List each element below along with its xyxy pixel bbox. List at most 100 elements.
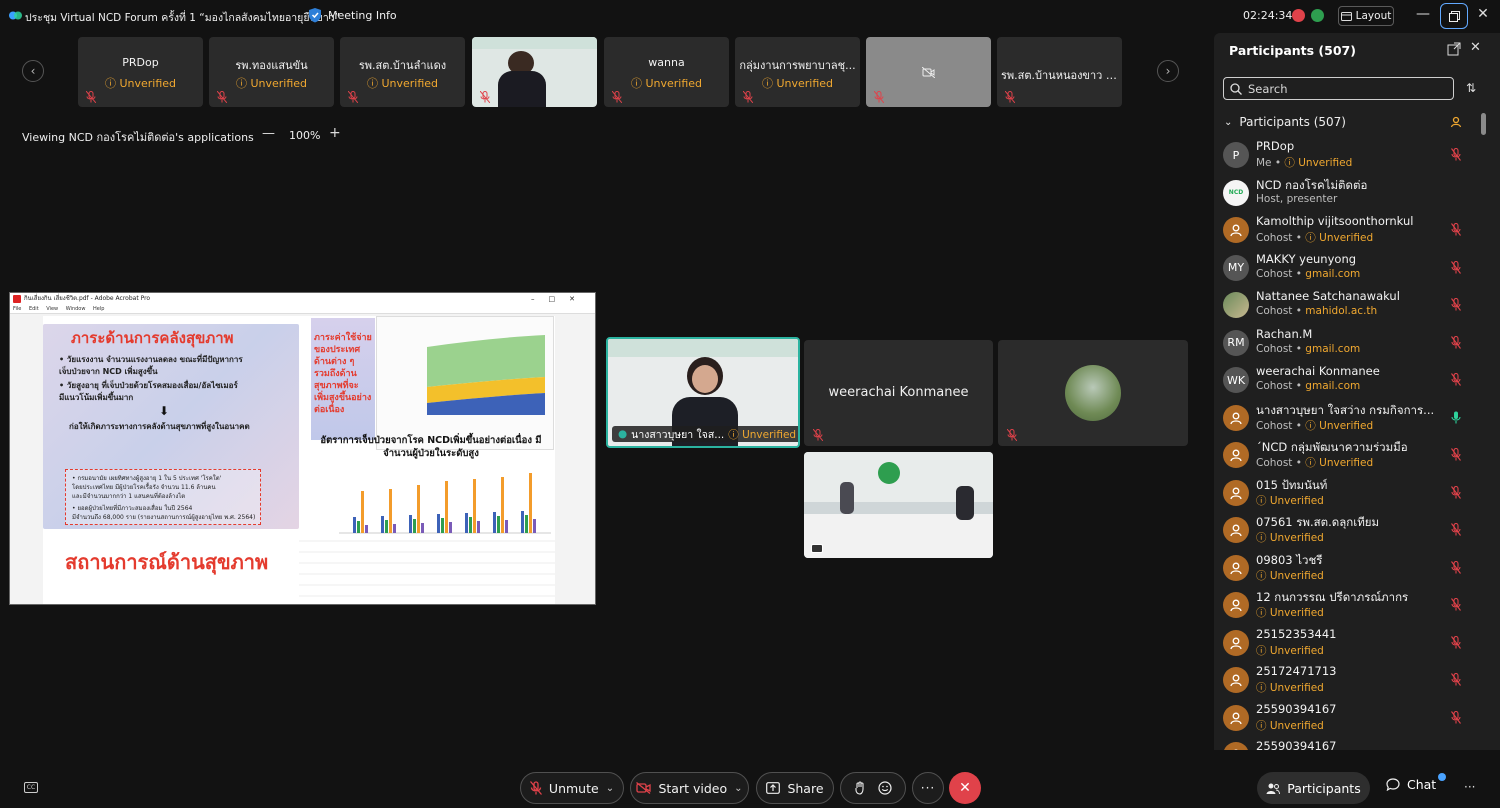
- zoom-out-button[interactable]: —: [262, 126, 275, 141]
- participant-row[interactable]: 09803 ไวชรี ⓘ Unverified: [1214, 550, 1484, 588]
- participant-name: Kamolthip vijitsoonthornkul: [1256, 214, 1414, 228]
- participant-row[interactable]: Nattanee Satchanawakul Cohost • mahidol.a…: [1214, 287, 1484, 325]
- more-options-button[interactable]: ···: [912, 772, 944, 804]
- avatar: MY: [1223, 254, 1249, 281]
- participant-row[interactable]: RM Rachan.M Cohost • gmail.com: [1214, 325, 1484, 363]
- room-table: [804, 514, 993, 558]
- closed-captions-button[interactable]: CC: [24, 782, 38, 793]
- network-status-icon: [1311, 9, 1324, 22]
- panel-scrollbar[interactable]: [1481, 113, 1486, 135]
- participant-row[interactable]: 25152353441 ⓘ Unverified: [1214, 625, 1484, 663]
- mic-muted-icon: [1005, 91, 1015, 103]
- participant-row[interactable]: NCD NCD กองโรคไม่ติดต่อ Host, presenter: [1214, 175, 1484, 213]
- slide: ภาระด้านการคลังสุขภาพ • วัยแรงงาน จำนวนแ…: [43, 316, 555, 604]
- shared-screen[interactable]: กินเสี่ยงกิน เสี่ยงชีวิต.pdf - Adobe Acr…: [9, 292, 596, 605]
- participant-row[interactable]: 015 ป้ทมนันท์ ⓘ Unverified: [1214, 475, 1484, 513]
- participant-row[interactable]: Kamolthip vijitsoonthornkul Cohost • ⓘ Un…: [1214, 212, 1484, 250]
- active-speaker-video[interactable]: ● นางสาวบุษยา ใจส... ⓘ Unverified: [606, 337, 800, 448]
- avatar: WK: [1223, 367, 1249, 393]
- slide-bullet: เจ็บป่วยจาก NCD เพิ่มสูงขึ้น: [59, 367, 158, 376]
- strip-video-tile[interactable]: [472, 37, 597, 107]
- participant-row[interactable]: 25590394167: [1214, 737, 1484, 750]
- participant-row[interactable]: MY MAKKY yeunyong Cohost • gmail.com: [1214, 250, 1484, 288]
- participant-row[interactable]: นางสาวบุษยา ใจสว่าง กรมกิจการ... Cohost •…: [1214, 400, 1484, 438]
- avatar: [1223, 479, 1249, 506]
- participant-row[interactable]: ´NCD กลุ่มพัฒนาความร่วมมือ Cohost • ⓘ Unv…: [1214, 437, 1484, 475]
- slide-box-line: และมีจำนวนมากกว่า 1 แสนคนที่ต้องล้างไต: [72, 493, 186, 500]
- participant-role: ⓘ Unverified: [1256, 532, 1324, 544]
- room-person: [956, 486, 974, 520]
- chevron-down-icon: ⌄: [1224, 116, 1233, 128]
- down-arrow-icon: ⬇: [159, 404, 170, 418]
- participant-row[interactable]: 25172471713 ⓘ Unverified: [1214, 662, 1484, 700]
- mic-muted-icon: [1451, 148, 1461, 161]
- end-call-button[interactable]: ✕: [949, 772, 981, 804]
- participants-tab-label: Participants: [1287, 780, 1361, 796]
- search-input[interactable]: [1248, 81, 1438, 96]
- participants-tab-button[interactable]: Participants: [1257, 772, 1370, 804]
- start-video-button[interactable]: Start video ⌄: [630, 772, 749, 804]
- popout-icon[interactable]: [1447, 42, 1461, 56]
- strip-tile[interactable]: PRDop ⓘ Unverified: [78, 37, 203, 107]
- avatar: [1223, 592, 1249, 618]
- close-window-button[interactable]: ✕: [1476, 6, 1490, 26]
- participant-row[interactable]: WK weerachai Konmanee Cohost • gmail.com: [1214, 362, 1484, 400]
- search-box[interactable]: [1223, 77, 1454, 100]
- strip-tile[interactable]: รพ.ทองแสนขัน ⓘ Unverified: [209, 37, 334, 107]
- sort-button[interactable]: ⇅: [1466, 81, 1476, 95]
- participant-row[interactable]: 12 กนกวรรณ ปรีดาภรณ์ภากร ⓘ Unverified: [1214, 587, 1484, 625]
- meeting-info-button[interactable]: Meeting Info: [308, 7, 397, 23]
- share-label: Share: [787, 780, 824, 796]
- mic-muted-icon: [1451, 485, 1461, 499]
- participant-name-tile[interactable]: weerachai Konmanee: [804, 340, 993, 446]
- strip-tile[interactable]: รพ.สต.บ้านหนองขาว ห...: [997, 37, 1122, 107]
- participants-list: P PRDop Me • ⓘ Unverified NCD NCD กองโรคไม่ต…: [1214, 137, 1484, 750]
- avatar: P: [1223, 142, 1249, 168]
- participant-name: weerachai Konmanee: [1256, 364, 1380, 378]
- person-icon: [1230, 487, 1242, 499]
- participant-row[interactable]: 25590394167 ⓘ Unverified: [1214, 700, 1484, 738]
- strip-tile[interactable]: รพ.สต.บ้านลำแดง ⓘ Unverified: [340, 37, 465, 107]
- mic-muted-icon: [217, 91, 227, 103]
- close-panel-button[interactable]: ✕: [1470, 40, 1481, 55]
- participant-row[interactable]: P PRDop Me • ⓘ Unverified: [1214, 137, 1484, 175]
- zoom-in-button[interactable]: +: [329, 125, 341, 141]
- share-button[interactable]: Share: [756, 772, 834, 804]
- participant-avatar-tile[interactable]: [998, 340, 1188, 446]
- chevron-down-icon[interactable]: ⌄: [606, 783, 614, 794]
- person-icon: [1230, 562, 1242, 574]
- minimize-button[interactable]: —: [1416, 6, 1430, 26]
- meeting-room-video[interactable]: [804, 452, 993, 558]
- restore-button[interactable]: [1440, 3, 1468, 29]
- participant-role: ⓘ Unverified: [1256, 719, 1324, 732]
- person-icon: [1234, 749, 1238, 750]
- layout-icon: [1340, 11, 1352, 21]
- participant-row[interactable]: 07561 รพ.สต.ดลุกเทียม ⓘ Unverified: [1214, 512, 1484, 550]
- strip-tile-status: ⓘ Unverified: [630, 77, 703, 90]
- person-icon: [1230, 524, 1242, 537]
- strip-tile[interactable]: wanna ⓘ Unverified: [604, 37, 729, 107]
- strip-prev-button[interactable]: ‹: [22, 60, 44, 82]
- more-panels-button[interactable]: ···: [1464, 780, 1475, 794]
- layout-button[interactable]: Layout: [1338, 6, 1394, 26]
- strip-video-off-tile[interactable]: [866, 37, 991, 107]
- strip-next-button[interactable]: ›: [1157, 60, 1179, 82]
- chat-tab-button[interactable]: Chat: [1386, 777, 1436, 792]
- participants-group-header[interactable]: ⌄ Participants (507): [1224, 115, 1346, 129]
- video-icon: [811, 544, 823, 553]
- strip-tile[interactable]: กลุ่มงานการพยาบาลชุ... ⓘ Unverified: [735, 37, 860, 107]
- slide-bullet: มีแนวโน้มเพิ่มขึ้นมาก: [59, 393, 134, 402]
- participant-role: Cohost • mahidol.ac.th: [1256, 305, 1378, 317]
- mic-muted-icon: [1451, 448, 1461, 461]
- mic-muted-icon: [1451, 260, 1461, 274]
- person-icon: [1230, 599, 1242, 612]
- webex-logo-icon: [9, 11, 22, 20]
- person-icon: [1230, 712, 1242, 724]
- chevron-down-icon[interactable]: ⌄: [734, 783, 742, 794]
- avatar: [1223, 667, 1249, 693]
- reactions-button[interactable]: [840, 772, 906, 804]
- participant-role: Cohost • gmail.com: [1256, 267, 1361, 280]
- recording-indicator-icon: [1292, 9, 1305, 22]
- unmute-button[interactable]: Unmute ⌄: [520, 772, 624, 804]
- mic-muted-icon: [1451, 223, 1461, 236]
